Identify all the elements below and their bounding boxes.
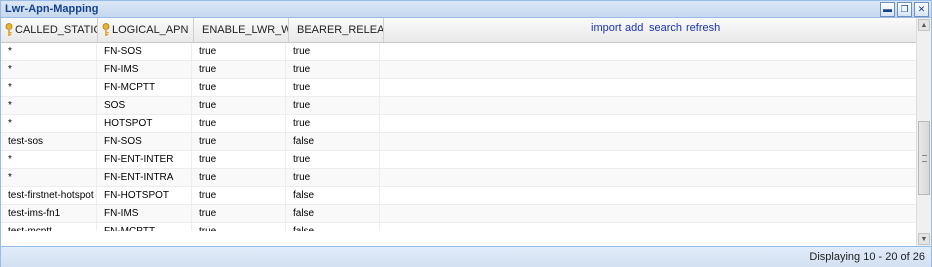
table-cell: FN-ENT-INTRA [97, 169, 192, 186]
table-cell: * [1, 79, 97, 96]
table-cell: * [1, 151, 97, 168]
table-cell: FN-IMS [97, 61, 192, 78]
window-tools: ▬ ❐ ✕ [880, 2, 929, 17]
table-cell: false [286, 223, 380, 231]
column-header-logical-apn[interactable]: LOGICAL_APN [98, 18, 194, 42]
table-cell: * [1, 169, 97, 186]
table-row[interactable]: test-ims-fn1 FN-IMS true false [1, 205, 917, 223]
row-filler [380, 43, 917, 60]
grid-header: CALLED_STATIO LOGICAL_APN ENABLE_LWR_WR … [1, 18, 917, 43]
scroll-down-icon[interactable]: ▼ [918, 233, 930, 245]
table-cell: FN-IMS [97, 205, 192, 222]
table-cell: * [1, 61, 97, 78]
table-row[interactable]: * FN-MCPTT true true [1, 79, 917, 97]
add-link[interactable]: add [625, 22, 643, 34]
column-label: BEARER_RELEASI [297, 24, 384, 36]
row-filler [380, 205, 917, 222]
table-cell: true [286, 79, 380, 96]
paging-status: Displaying 10 - 20 of 26 [809, 251, 925, 263]
table-cell: true [192, 97, 286, 114]
toolbar-actions: import add search refresh [384, 18, 917, 42]
column-label: CALLED_STATIO [15, 24, 98, 36]
restore-icon[interactable]: ❐ [897, 2, 912, 17]
table-cell: true [286, 43, 380, 60]
grid-body: * FN-SOS true true * FN-IMS true true * FN-MCPTT t… [1, 43, 917, 231]
table-cell: * [1, 115, 97, 132]
row-filler [380, 187, 917, 204]
table-cell: test-firstnet-hotspot [1, 187, 97, 204]
table-cell: true [192, 205, 286, 222]
table-cell: * [1, 97, 97, 114]
row-filler [380, 61, 917, 78]
close-icon[interactable]: ✕ [914, 2, 929, 17]
table-row[interactable]: test-firstnet-hotspot FN-HOTSPOT true false [1, 187, 917, 205]
refresh-link[interactable]: refresh [686, 22, 720, 34]
column-header-enable-lwr[interactable]: ENABLE_LWR_WR [194, 18, 289, 42]
table-cell: true [192, 133, 286, 150]
row-filler [380, 223, 917, 231]
table-row[interactable]: * FN-SOS true true [1, 43, 917, 61]
table-cell: FN-SOS [97, 133, 192, 150]
column-header-called-station[interactable]: CALLED_STATIO [1, 18, 98, 42]
row-filler [380, 97, 917, 114]
table-cell: test-mcptt [1, 223, 97, 231]
column-label: LOGICAL_APN [112, 24, 189, 36]
import-link[interactable]: import [591, 22, 622, 34]
table-cell: true [192, 115, 286, 132]
table-cell: false [286, 187, 380, 204]
table-cell: true [192, 223, 286, 231]
table-cell: FN-ENT-INTER [97, 151, 192, 168]
row-filler [380, 169, 917, 186]
key-icon [5, 23, 13, 36]
row-filler [380, 151, 917, 168]
table-cell: test-ims-fn1 [1, 205, 97, 222]
table-row[interactable]: * HOTSPOT true true [1, 115, 917, 133]
search-link[interactable]: search [649, 22, 682, 34]
table-cell: false [286, 205, 380, 222]
table-row[interactable]: * SOS true true [1, 97, 917, 115]
table-cell: true [192, 43, 286, 60]
table-cell: FN-MCPTT [97, 79, 192, 96]
table-cell: FN-SOS [97, 43, 192, 60]
table-cell: true [192, 187, 286, 204]
grip-icon [922, 155, 927, 162]
title-bar: Lwr-Apn-Mapping ▬ ❐ ✕ [1, 1, 931, 18]
table-cell: true [286, 151, 380, 168]
table-row[interactable]: test-mcpttFN-MCPTTtruefalse [1, 223, 917, 231]
row-filler [380, 133, 917, 150]
table-cell: true [286, 61, 380, 78]
table-cell: test-sos [1, 133, 97, 150]
table-cell: true [192, 169, 286, 186]
column-label: ENABLE_LWR_WR [202, 24, 288, 36]
table-cell: SOS [97, 97, 192, 114]
table-cell: false [286, 133, 380, 150]
table-cell: true [192, 79, 286, 96]
table-row[interactable]: test-sos FN-SOS true false [1, 133, 917, 151]
table-cell: true [286, 97, 380, 114]
key-icon [102, 23, 110, 36]
table-cell: true [286, 169, 380, 186]
table-row[interactable]: * FN-ENT-INTER true true [1, 151, 917, 169]
table-row[interactable]: * FN-ENT-INTRA true true [1, 169, 917, 187]
scroll-up-icon[interactable]: ▲ [918, 19, 930, 31]
table-cell: true [286, 115, 380, 132]
grid-panel: Lwr-Apn-Mapping ▬ ❐ ✕ CALLED_STATIO LOGI… [0, 0, 932, 267]
status-bar: Displaying 10 - 20 of 26 [1, 246, 931, 267]
column-header-bearer-release[interactable]: BEARER_RELEASI [289, 18, 384, 42]
table-cell: HOTSPOT [97, 115, 192, 132]
table-cell: * [1, 43, 97, 60]
table-cell: true [192, 61, 286, 78]
table-row[interactable]: * FN-IMS true true [1, 61, 917, 79]
row-filler [380, 79, 917, 96]
scroll-thumb[interactable] [918, 121, 930, 195]
row-filler [380, 115, 917, 132]
window-title: Lwr-Apn-Mapping [5, 3, 99, 15]
table-cell: FN-HOTSPOT [97, 187, 192, 204]
table-cell: FN-MCPTT [97, 223, 192, 231]
minimize-icon[interactable]: ▬ [880, 2, 895, 17]
vertical-scrollbar[interactable]: ▲ ▼ [916, 18, 931, 246]
table-cell: true [192, 151, 286, 168]
